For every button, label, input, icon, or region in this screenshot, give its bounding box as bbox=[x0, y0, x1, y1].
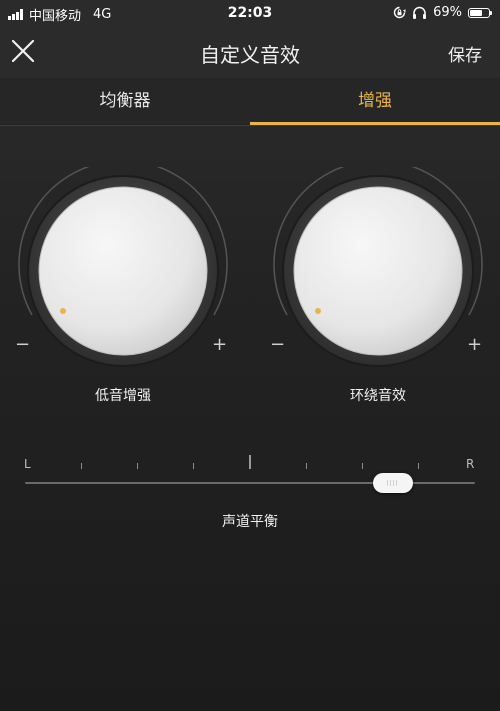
balance-slider-thumb[interactable] bbox=[373, 473, 413, 493]
balance-left-label: L bbox=[24, 457, 31, 471]
balance-title: 声道平衡 bbox=[222, 514, 278, 530]
status-bar: 中国移动 4G 22:03 69% bbox=[0, 0, 500, 26]
bass-boost-label: 低音增强 bbox=[95, 388, 151, 404]
bass-plus-icon[interactable]: + bbox=[212, 334, 227, 355]
rotation-lock-icon bbox=[393, 6, 406, 19]
headphones-icon bbox=[413, 6, 427, 19]
tab-enhance[interactable]: 增强 bbox=[250, 78, 500, 125]
balance-center-tick bbox=[249, 455, 251, 469]
page-title: 自定义音效 bbox=[200, 43, 300, 67]
active-tab-indicator bbox=[250, 122, 500, 125]
tab-equalizer[interactable]: 均衡器 bbox=[0, 78, 250, 125]
balance-tick bbox=[362, 463, 363, 469]
battery-icon bbox=[468, 7, 492, 18]
status-right: 69% bbox=[393, 5, 492, 20]
surround-label: 环绕音效 bbox=[350, 388, 406, 404]
balance-tick bbox=[137, 463, 138, 469]
nav-bar: 自定义音效 保存 bbox=[0, 26, 500, 78]
grip-icon bbox=[387, 480, 399, 486]
balance-tick bbox=[418, 463, 419, 469]
balance-tick bbox=[306, 463, 307, 469]
close-icon[interactable] bbox=[10, 38, 36, 64]
battery-fill bbox=[470, 9, 483, 16]
battery-percent: 69% bbox=[433, 5, 462, 20]
bass-boost-knob[interactable] bbox=[13, 167, 233, 367]
surround-knob-indicator bbox=[315, 308, 321, 314]
balance-tick bbox=[81, 463, 82, 469]
surround-minus-icon[interactable]: − bbox=[270, 334, 285, 355]
save-button[interactable]: 保存 bbox=[448, 41, 482, 66]
bass-minus-icon[interactable]: − bbox=[15, 334, 30, 355]
balance-tick bbox=[193, 463, 194, 469]
surround-plus-icon[interactable]: + bbox=[467, 334, 482, 355]
tab-bar: 均衡器 增强 bbox=[0, 78, 500, 126]
channel-balance: L R 声道平衡 bbox=[0, 450, 500, 540]
surround-knob[interactable] bbox=[268, 167, 488, 367]
balance-right-label: R bbox=[466, 457, 475, 471]
bass-knob-indicator bbox=[60, 308, 66, 314]
